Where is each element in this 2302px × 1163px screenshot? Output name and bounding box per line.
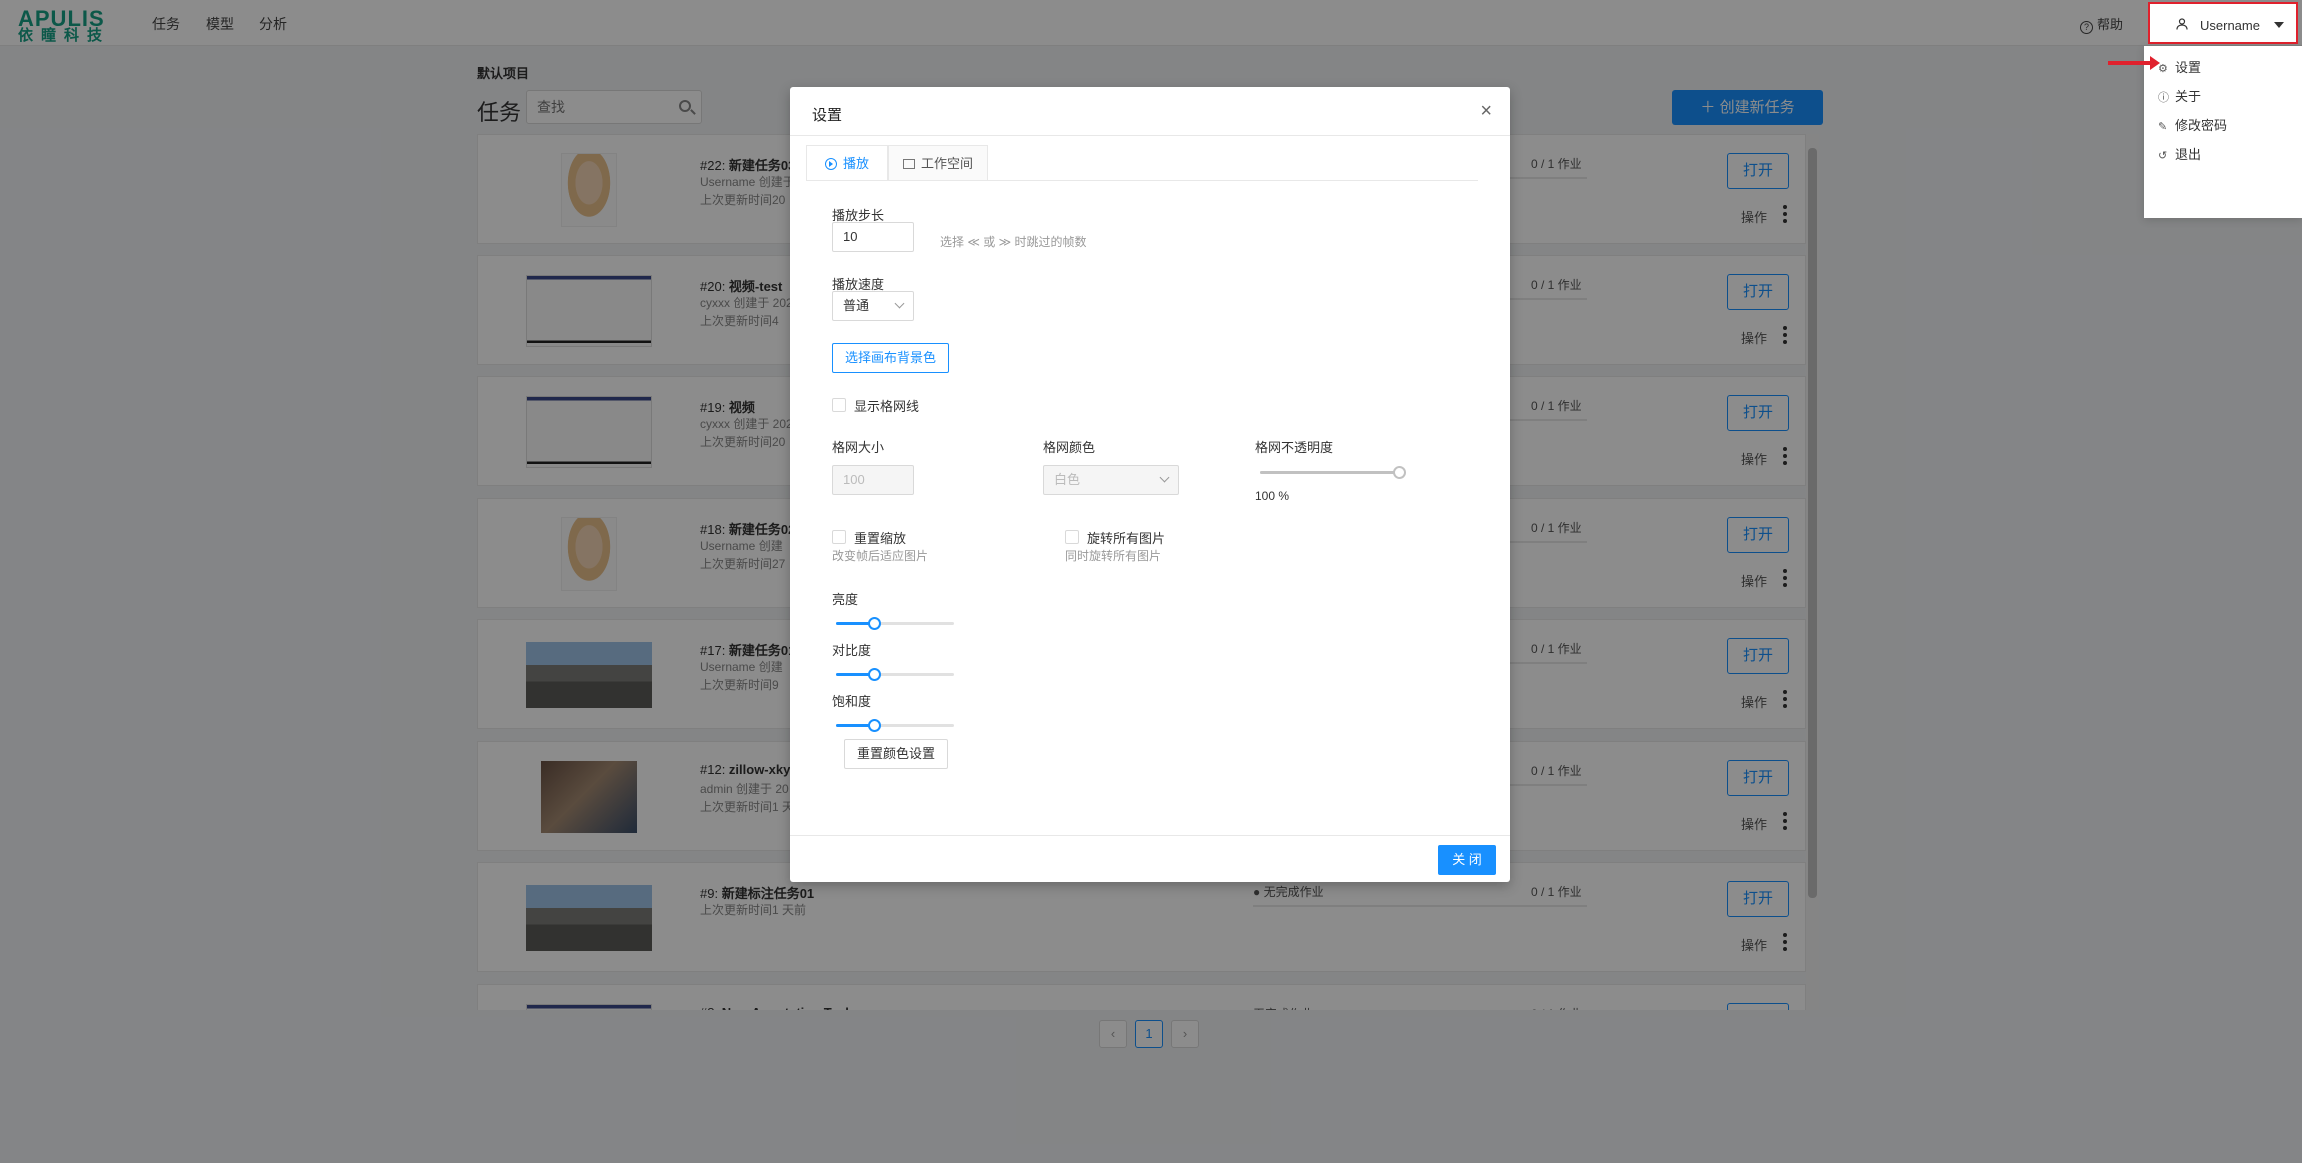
- brightness-slider[interactable]: [836, 616, 954, 630]
- play-circle-icon: [824, 158, 837, 170]
- rotate-all-hint: 同时旋转所有图片: [1065, 549, 1162, 563]
- close-icon[interactable]: ×: [1480, 101, 1492, 121]
- brightness-label: 亮度: [832, 592, 859, 607]
- reset-zoom-hint: 改变帧后适应图片: [832, 549, 929, 563]
- saturation-label: 饱和度: [832, 694, 872, 709]
- tab-label: 工作空间: [920, 156, 973, 171]
- settings-modal: 设置 × 播放 工作空间 播放步长 10 选择 ≪ 或 ≫ 时跳过的帧数 播放速…: [790, 87, 1510, 882]
- info-icon: ⓘ: [2158, 92, 2169, 104]
- menu-item-logout[interactable]: ↺ 退出: [2158, 144, 2201, 163]
- grid-opacity-slider[interactable]: [1260, 465, 1406, 479]
- reset-zoom-checkbox[interactable]: [832, 530, 846, 544]
- menu-item-settings[interactable]: ⚙ 设置: [2158, 57, 2201, 76]
- menu-item-label: 关于: [2175, 89, 2202, 104]
- grid-size-label: 格网大小: [832, 440, 885, 455]
- close-button[interactable]: 关 闭: [1438, 845, 1496, 875]
- speed-value: 普通: [843, 298, 870, 313]
- tabs-divider: [806, 180, 1478, 181]
- menu-item-change-password[interactable]: ✎ 修改密码: [2158, 115, 2227, 134]
- reset-color-button[interactable]: 重置颜色设置: [844, 739, 948, 769]
- menu-item-label: 设置: [2175, 60, 2202, 75]
- reset-zoom-label: 重置缩放: [854, 531, 907, 546]
- slider-track: [1260, 471, 1400, 474]
- modal-footer-divider: [790, 835, 1510, 836]
- username-label: Username: [2200, 18, 2260, 33]
- speed-select[interactable]: 普通: [832, 291, 914, 321]
- menu-item-label: 退出: [2175, 147, 2202, 162]
- rotate-all-checkbox[interactable]: [1065, 530, 1079, 544]
- rotate-all-label: 旋转所有图片: [1087, 531, 1166, 546]
- tab-playback[interactable]: 播放: [806, 145, 888, 181]
- modal-title: 设置: [812, 107, 843, 124]
- tab-label: 播放: [842, 156, 869, 171]
- slider-handle[interactable]: [867, 719, 881, 732]
- contrast-label: 对比度: [832, 643, 872, 658]
- user-icon: [2176, 18, 2188, 30]
- slider-handle[interactable]: [867, 617, 881, 630]
- slider-handle[interactable]: [1393, 466, 1406, 479]
- grid-color-value: 白色: [1054, 472, 1081, 487]
- grid-opacity-label: 格网不透明度: [1255, 440, 1334, 455]
- chevron-down-icon: [894, 298, 905, 309]
- edit-icon: ✎: [2158, 121, 2168, 133]
- grid-opacity-value: 100 %: [1255, 489, 1290, 503]
- grid-size-input[interactable]: 100: [832, 465, 914, 495]
- menu-item-about[interactable]: ⓘ 关于: [2158, 86, 2201, 105]
- red-arrow-annotation: [2108, 56, 2160, 70]
- slider-handle[interactable]: [867, 668, 881, 681]
- show-grid-label: 显示格网线: [854, 399, 920, 414]
- tab-workspace[interactable]: 工作空间: [888, 145, 988, 181]
- menu-item-label: 修改密码: [2175, 118, 2228, 133]
- chevron-down-icon: [1159, 472, 1170, 483]
- laptop-icon: [902, 159, 915, 169]
- step-input[interactable]: 10: [832, 222, 914, 252]
- logout-icon: ↺: [2158, 150, 2168, 162]
- canvas-bg-color-button[interactable]: 选择画布背景色: [832, 343, 949, 373]
- user-menu-trigger[interactable]: Username: [2148, 2, 2298, 44]
- modal-header-divider: [790, 135, 1510, 136]
- grid-color-select[interactable]: 白色: [1043, 465, 1179, 495]
- step-hint: 选择 ≪ 或 ≫ 时跳过的帧数: [940, 235, 1087, 249]
- user-dropdown-menu: ⚙ 设置 ⓘ 关于 ✎ 修改密码 ↺ 退出: [2144, 46, 2302, 218]
- contrast-slider[interactable]: [836, 667, 954, 681]
- saturation-slider[interactable]: [836, 718, 954, 732]
- caret-down-icon: [2274, 22, 2284, 28]
- grid-color-label: 格网颜色: [1043, 440, 1096, 455]
- show-grid-checkbox[interactable]: [832, 398, 846, 412]
